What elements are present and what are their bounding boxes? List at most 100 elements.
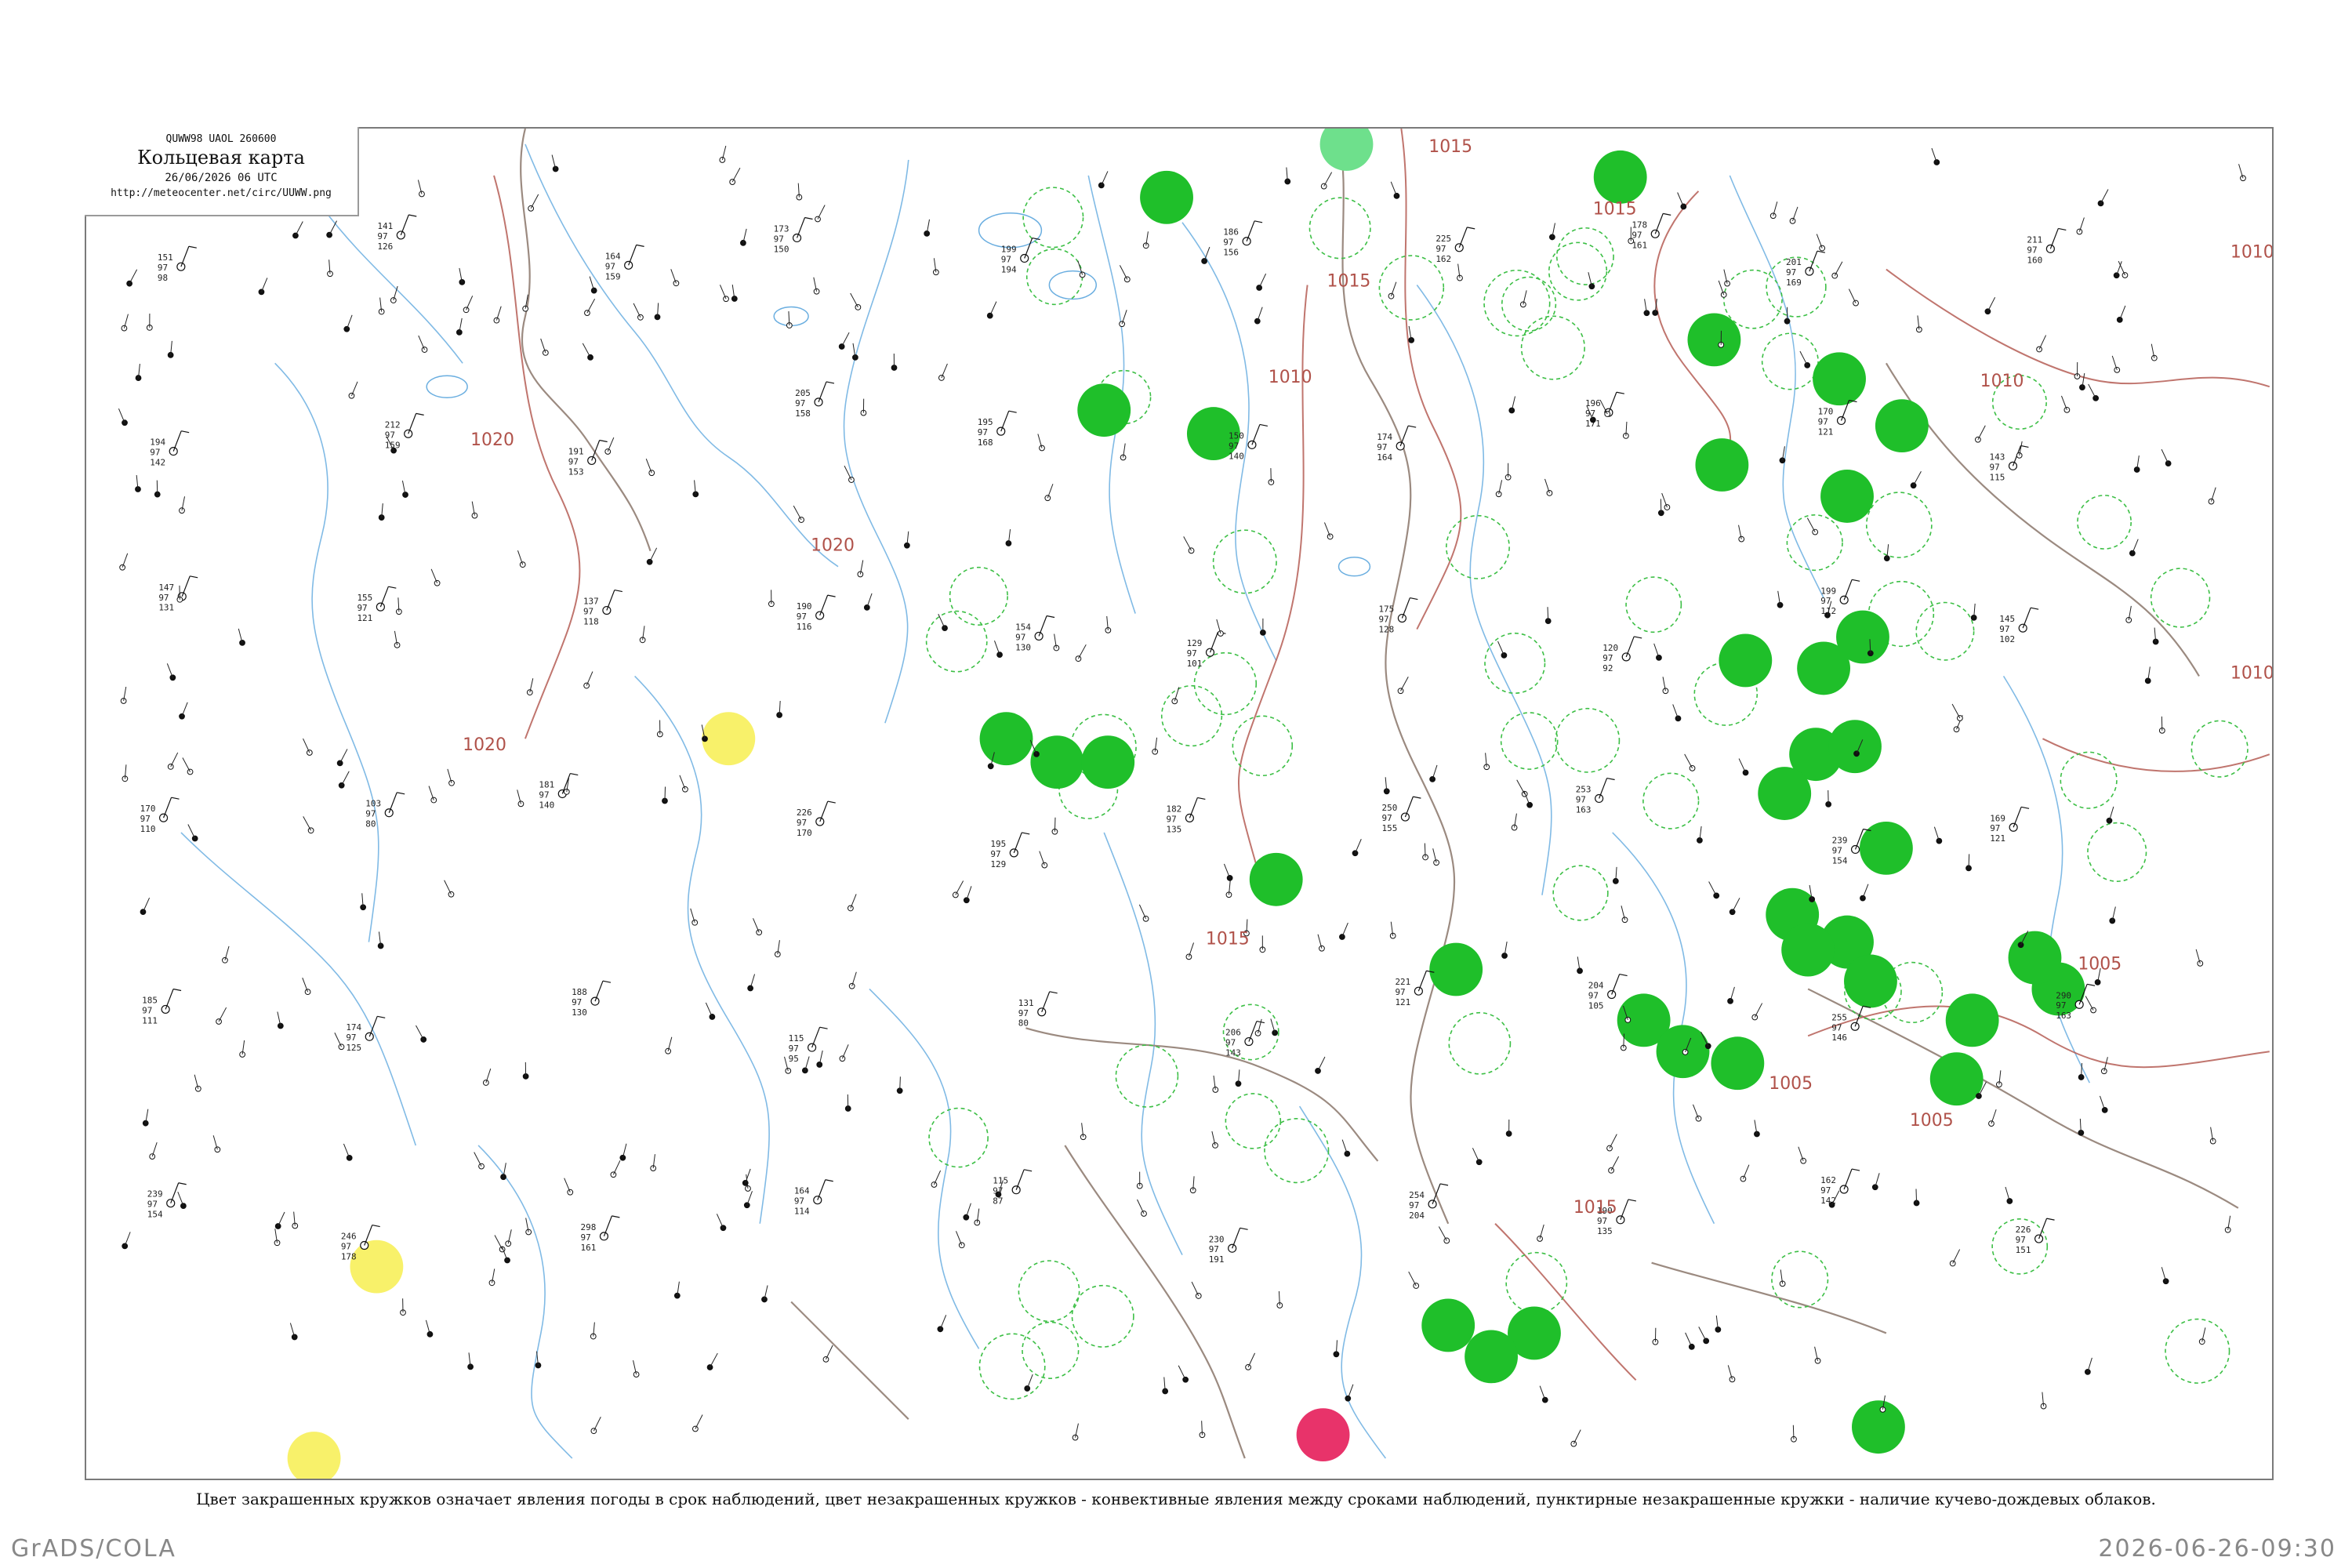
wind-staff <box>1692 1104 1699 1119</box>
station-plot: 20497105 <box>1588 973 1628 1011</box>
station-pressure: 97 <box>583 607 593 617</box>
wind-barb <box>172 430 182 452</box>
station-dot <box>665 1047 671 1054</box>
station-dewpoint: 164 <box>1377 452 1392 463</box>
cb-ring <box>1501 276 1557 332</box>
cb-ring <box>1160 684 1223 747</box>
wind-staff <box>1915 1189 1918 1203</box>
station-dot <box>986 312 993 319</box>
cb-ring <box>1915 601 1975 661</box>
station-dot <box>756 929 763 936</box>
station-plot: 1159795 <box>789 1026 828 1064</box>
station-dot <box>1727 997 1733 1004</box>
isobar-7 <box>2042 738 2270 772</box>
wind-staff <box>530 194 539 209</box>
wind-staff <box>303 816 312 831</box>
wind-barb-flag <box>171 797 180 800</box>
station-pressure: 97 <box>990 849 1000 859</box>
station-dewpoint: 80 <box>1018 1018 1029 1029</box>
cb-ring <box>1115 1044 1179 1108</box>
wind-staff <box>1432 764 1438 780</box>
wind-barb <box>2038 1218 2048 1240</box>
cb-ring <box>949 566 1008 626</box>
station-temp: 225 <box>1436 234 1451 244</box>
station-pressure: 97 <box>581 1232 591 1243</box>
weather-circle-green <box>1781 923 1835 977</box>
station-temp: 205 <box>795 388 811 398</box>
wind-barb-flag <box>804 216 813 220</box>
lake-1 <box>1048 270 1097 300</box>
isobar-label-9: 1010 <box>2230 663 2272 683</box>
wind-staff <box>1390 181 1397 197</box>
station-dewpoint: 87 <box>993 1196 1003 1207</box>
station-circle <box>376 602 385 612</box>
station-dewpoint: 121 <box>357 613 372 623</box>
station-plot: 19697171 <box>1585 391 1624 429</box>
wind-staff <box>1497 641 1504 656</box>
station-temp: 191 <box>568 446 584 456</box>
weather-circle-green <box>1030 735 1084 789</box>
wind-staff <box>2161 448 2169 464</box>
wind-staff <box>582 343 591 358</box>
station-temp: 254 <box>1409 1190 1425 1200</box>
wind-barb-flag <box>172 988 182 992</box>
wind-barb <box>818 381 827 403</box>
wind-staff <box>1438 1226 1447 1241</box>
wind-staff <box>841 332 850 347</box>
station-temp: 195 <box>978 417 993 427</box>
wind-barb <box>1041 991 1051 1013</box>
wind-staff <box>444 880 452 895</box>
station-dewpoint: 128 <box>1378 624 1394 634</box>
wind-staff <box>1573 1429 1581 1444</box>
wind-staff <box>124 1232 131 1247</box>
weather-circle-green <box>1945 993 1999 1047</box>
wind-staff <box>670 269 677 284</box>
station-dewpoint: 169 <box>1786 278 1802 288</box>
station-dot <box>801 1067 808 1074</box>
station-dewpoint: 140 <box>539 800 554 810</box>
river-13 <box>1103 832 1183 1256</box>
station-plot: 14197126 <box>377 214 417 252</box>
station-dot <box>2162 1278 2169 1285</box>
wind-staff <box>1754 1003 1763 1018</box>
station-dot <box>848 477 855 483</box>
border-5 <box>790 1301 909 1420</box>
wind-barb-flag <box>408 214 417 217</box>
wind-staff <box>418 335 425 350</box>
wind-barb <box>1013 832 1022 854</box>
station-pressure: 97 <box>1576 794 1586 804</box>
wind-staff <box>1323 522 1331 537</box>
wind-barb-flag <box>1467 227 1475 230</box>
station-temp: 147 <box>158 583 174 593</box>
station-dewpoint: 92 <box>1602 663 1613 673</box>
station-temp: 143 <box>1990 452 2005 462</box>
station-plot: 19997194 <box>1001 237 1040 274</box>
wind-staff <box>1653 643 1660 659</box>
station-dewpoint: 121 <box>1395 997 1410 1007</box>
station-pressure: 97 <box>1229 441 1239 451</box>
station-circle <box>158 813 169 822</box>
wind-staff <box>1257 307 1263 321</box>
station-dewpoint: 162 <box>1436 254 1451 264</box>
station-dot <box>421 347 428 353</box>
station-plot: 1039780 <box>365 792 405 829</box>
wind-staff <box>181 702 188 717</box>
wind-staff <box>350 381 358 396</box>
wind-barb <box>1417 971 1427 992</box>
station-dot <box>1789 217 1796 224</box>
station-circle <box>384 808 394 818</box>
river-0 <box>524 143 839 568</box>
station-plot: 22697170 <box>797 800 836 838</box>
wind-barb-flag <box>2020 445 2029 448</box>
station-pressure: 97 <box>774 234 784 244</box>
wind-barb-flag <box>2087 983 2096 986</box>
wind-staff <box>143 897 151 913</box>
borders-layer <box>520 129 2239 1459</box>
weather-circle-green <box>1875 399 1929 453</box>
wind-barb-flag <box>827 800 836 804</box>
wind-staff <box>1516 779 1526 794</box>
station-plot: 1209792 <box>1602 636 1642 673</box>
weather-circle-lightgreen <box>1319 129 1374 171</box>
cb-ring <box>1264 1118 1330 1184</box>
wind-barb <box>1232 1228 1241 1249</box>
